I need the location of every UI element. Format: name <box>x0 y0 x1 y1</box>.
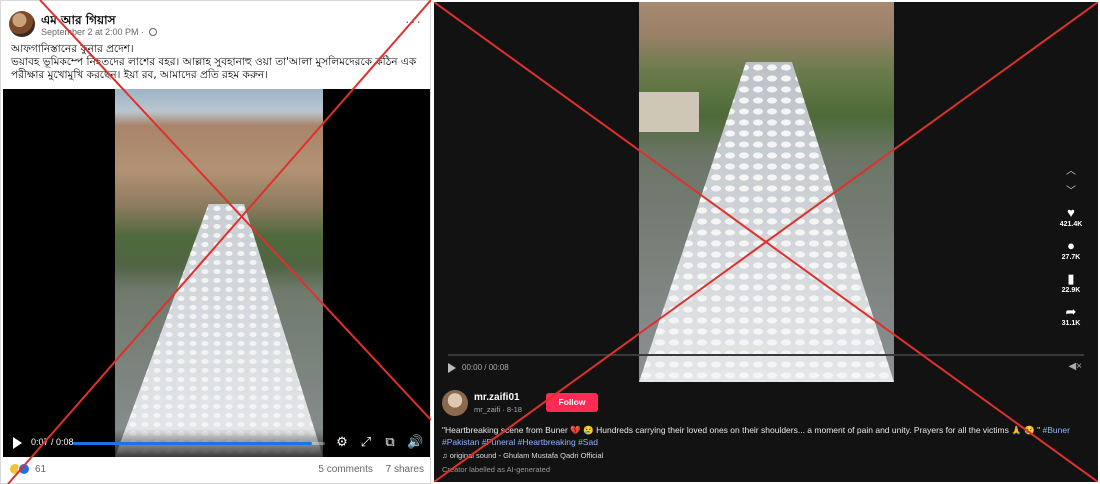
comments-link[interactable]: 5 comments <box>318 464 372 475</box>
tiktok-post: ︿ ﹀ ♥ 421.4K ● 27.7K ▮ 22.9K ➦ 31.1K 00:… <box>434 2 1098 482</box>
reaction-count[interactable]: 61 <box>35 464 46 475</box>
video-time: 00:00 / 00:08 <box>462 363 509 372</box>
bookmark-icon: ▮ <box>1067 271 1075 286</box>
settings-icon[interactable]: ⚙ <box>335 435 349 449</box>
expand-icon[interactable]: ⤢ <box>359 435 373 449</box>
procession-image <box>115 204 323 457</box>
hashtags[interactable]: #Pakistan #Funeral #Heartbreaking #Sad <box>442 437 598 447</box>
heart-icon: ♥ <box>1067 205 1075 220</box>
comment-count: 27.7K <box>1061 254 1081 261</box>
sound-link[interactable]: ♫ original sound - Ghulam Mustafa Qadri … <box>442 451 603 460</box>
share-count: 31.1K <box>1061 320 1081 327</box>
volume-icon[interactable]: 🔊 <box>407 435 423 449</box>
save-count: 22.9K <box>1061 287 1081 294</box>
chevron-down-icon[interactable]: ﹀ <box>1066 182 1076 197</box>
like-count: 421.4K <box>1059 221 1083 228</box>
follow-button[interactable]: Follow <box>546 393 598 412</box>
like-action[interactable]: ♥ 421.4K <box>1056 205 1086 229</box>
handle-date: mr_zaifi · 8-18 <box>474 405 522 414</box>
video-frame <box>115 89 323 457</box>
comment-action[interactable]: ● 27.7K <box>1056 238 1086 262</box>
globe-icon <box>148 28 157 36</box>
video-progress-bar[interactable] <box>73 442 325 445</box>
caption-line: ভয়াবহ ভূমিকম্পে নিহতদের লাশের বহর। আল্ল… <box>11 56 417 81</box>
save-action[interactable]: ▮ 22.9K <box>1056 271 1086 295</box>
share-icon: ➦ <box>1065 304 1077 319</box>
more-options-button[interactable]: ··· <box>405 13 422 29</box>
shares-link[interactable]: 7 shares <box>386 464 424 475</box>
video-frame[interactable] <box>639 2 894 382</box>
like-reaction-icon <box>18 463 30 475</box>
share-action[interactable]: ➦ 31.1K <box>1056 304 1086 328</box>
video-progress-fill <box>73 442 313 445</box>
post-time[interactable]: September 2 at 2:00 PM · <box>41 27 157 37</box>
post-stats: 5 comments 7 shares <box>308 464 424 475</box>
video-controls: 0:07 / 0:08 ⚙ ⤢ ⧉ 🔊 <box>3 429 430 457</box>
video-controls: 00:00 / 00:08 ◀× <box>442 354 1090 382</box>
play-icon[interactable] <box>13 437 22 449</box>
building <box>639 92 699 132</box>
avatar[interactable] <box>9 11 35 37</box>
post-header: এম আর গিয়াস September 2 at 2:00 PM · ··… <box>9 9 424 39</box>
pip-icon[interactable]: ⧉ <box>383 435 397 449</box>
facebook-post: এম আর গিয়াস September 2 at 2:00 PM · ··… <box>0 0 431 484</box>
avatar[interactable] <box>442 390 468 416</box>
video-time: 0:07 / 0:08 <box>31 437 74 447</box>
post-footer: 61 5 comments 7 shares <box>9 462 424 478</box>
action-rail: ♥ 421.4K ● 27.7K ▮ 22.9K ➦ 31.1K <box>1056 205 1086 337</box>
description-text: "Heartbreaking scene from Buner 💔 😢 Hund… <box>442 425 1041 435</box>
video-progress-bar[interactable] <box>448 354 1084 356</box>
post-description: "Heartbreaking scene from Buner 💔 😢 Hund… <box>442 424 1082 448</box>
video-player[interactable]: 0:07 / 0:08 ⚙ ⤢ ⧉ 🔊 <box>3 89 430 457</box>
post-time-text: September 2 at 2:00 PM · <box>41 27 145 37</box>
play-icon[interactable] <box>448 363 456 373</box>
caption-line: আফগানিস্তানের কুনার প্রদেশ। <box>11 43 134 55</box>
comment-icon: ● <box>1067 238 1075 253</box>
username[interactable]: mr.zaifi01 <box>474 392 520 403</box>
hashtag[interactable]: #Buner <box>1043 425 1070 435</box>
ai-generated-label: Creator labelled as AI-generated <box>442 465 550 474</box>
volume-mute-icon[interactable]: ◀× <box>1068 361 1082 372</box>
post-caption: আফগানিস্তানের কুনার প্রদেশ। ভয়াবহ ভূমিক… <box>11 43 421 82</box>
chevron-up-icon[interactable]: ︿ <box>1066 162 1076 177</box>
